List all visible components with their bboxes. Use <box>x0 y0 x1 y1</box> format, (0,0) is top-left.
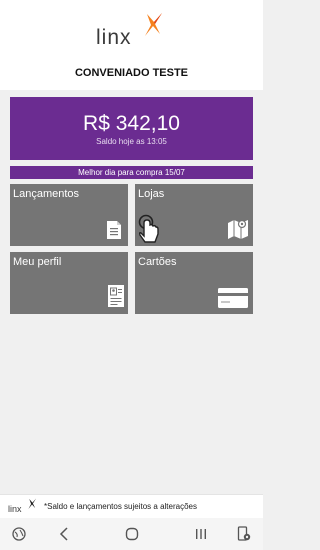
home-circle-icon <box>125 527 139 541</box>
app-header: linx CONVENIADO TESTE <box>0 0 263 90</box>
touch-icon <box>138 214 159 243</box>
document-icon <box>107 221 121 239</box>
tile-lancamentos[interactable]: Lançamentos <box>10 184 128 246</box>
tile-lojas-label: Lojas <box>138 188 165 200</box>
linx-logo: linx <box>96 12 166 52</box>
balance-timestamp: Saldo hoje as 13:05 <box>96 137 167 146</box>
chevron-left-icon <box>59 527 68 541</box>
phone-accessibility-icon <box>237 526 251 541</box>
tile-cartoes-label: Cartões <box>138 256 177 268</box>
logo-mark-icon <box>145 13 162 36</box>
recent-apps-button[interactable] <box>193 526 209 542</box>
app-shortcut-button[interactable] <box>11 526 27 542</box>
map-icon <box>228 219 248 239</box>
globe-icon <box>12 527 26 541</box>
tile-meu-perfil-label: Meu perfil <box>13 256 62 268</box>
balance-value: R$ 342,10 <box>83 112 180 135</box>
tile-meu-perfil[interactable]: Meu perfil <box>10 252 128 314</box>
profile-card-icon <box>108 285 124 307</box>
home-button[interactable] <box>124 526 140 542</box>
tile-lojas[interactable]: Lojas <box>135 184 253 246</box>
credit-card-icon <box>218 288 248 308</box>
tile-cartoes[interactable]: Cartões <box>135 252 253 314</box>
accessibility-button[interactable] <box>236 526 252 542</box>
disclaimer-text: *Saldo e lançamentos sujeitos a alteraçõ… <box>44 502 197 511</box>
footer-logo-mark-icon <box>28 498 37 509</box>
disclaimer-footer: linx *Saldo e lançamentos sujeitos a alt… <box>0 494 263 518</box>
footer-logo-wordmark: linx <box>8 504 22 514</box>
tile-lancamentos-label: Lançamentos <box>13 188 80 200</box>
user-name: CONVENIADO TESTE <box>74 67 189 79</box>
recent-apps-icon <box>196 529 206 539</box>
back-button[interactable] <box>56 526 72 542</box>
balance-card[interactable]: R$ 342,10 Saldo hoje as 13:05 <box>10 97 253 160</box>
logo-wordmark: linx <box>96 26 132 49</box>
best-day-banner: Melhor dia para compra 15/07 <box>10 166 253 179</box>
footer-linx-logo: linx <box>8 498 40 516</box>
system-nav-bar <box>0 518 263 550</box>
